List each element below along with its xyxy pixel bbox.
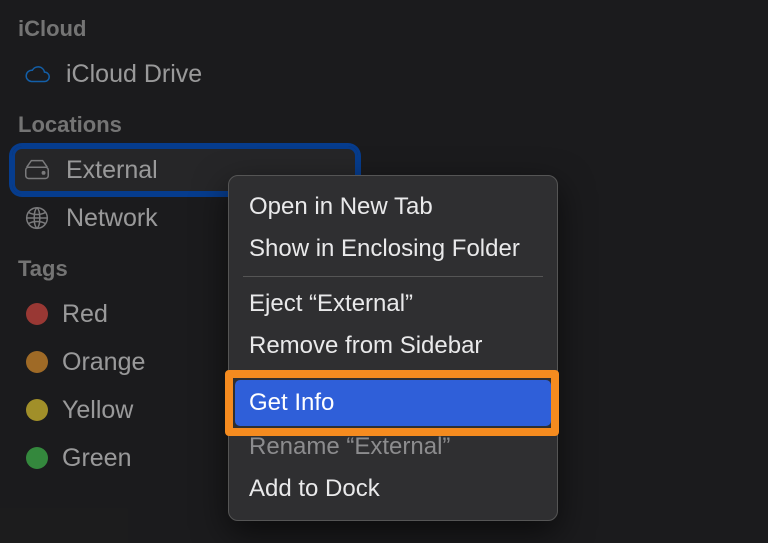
sidebar-item-icloud-drive[interactable]: iCloud Drive (12, 50, 358, 98)
menu-show-enclosing-folder[interactable]: Show in Enclosing Folder (229, 228, 557, 270)
sidebar-section-icloud: iCloud (12, 12, 358, 50)
globe-icon (22, 203, 52, 233)
menu-get-info[interactable]: Get Info (235, 380, 551, 426)
tag-dot-icon (26, 351, 48, 373)
menu-eject[interactable]: Eject “External” (229, 283, 557, 325)
tag-dot-icon (26, 447, 48, 469)
sidebar-section-locations: Locations (12, 98, 358, 146)
menu-remove-from-sidebar[interactable]: Remove from Sidebar (229, 325, 557, 367)
context-menu: Open in New Tab Show in Enclosing Folder… (228, 175, 558, 521)
tag-dot-icon (26, 399, 48, 421)
menu-open-new-tab[interactable]: Open in New Tab (229, 186, 557, 228)
sidebar-item-label: iCloud Drive (66, 60, 348, 89)
menu-separator (243, 373, 543, 374)
cloud-icon (22, 59, 52, 89)
menu-rename[interactable]: Rename “External” (229, 426, 557, 468)
finder-window: iCloud iCloud Drive Locations External N… (0, 0, 768, 543)
tag-dot-icon (26, 303, 48, 325)
menu-separator (243, 276, 543, 277)
drive-icon (22, 155, 52, 185)
menu-add-to-dock[interactable]: Add to Dock (229, 468, 557, 510)
